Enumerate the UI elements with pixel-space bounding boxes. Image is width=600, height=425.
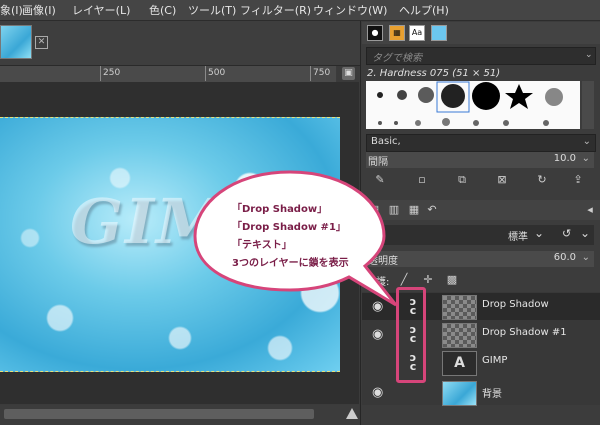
image-tab-thumbnail[interactable] [0, 25, 32, 59]
eye-icon[interactable]: ◉ [372, 327, 390, 342]
menu-item-filters[interactable]: フィルター(R) [240, 2, 311, 18]
text-layer-icon: A [442, 351, 477, 376]
layer-mode-row: ド 標準 ⌄ ↺ ⌄ [366, 225, 594, 245]
lock-row: 保護: ╱ ✛ ▩ [366, 272, 594, 288]
layer-thumbnail [442, 295, 477, 320]
ruler-tick-label: 500 [208, 68, 226, 78]
menu-item-image[interactable]: 象(I) [0, 2, 23, 18]
callout-line: 3つのレイヤーに鎖を表示 [232, 258, 349, 269]
lock-pixels-icon[interactable]: ╱ [396, 272, 412, 288]
brush-grid-scrollbar[interactable] [582, 81, 594, 129]
layers-tab-icon[interactable]: ▤ [366, 202, 382, 218]
duplicate-brush-icon[interactable]: ⧉ [454, 172, 470, 188]
close-icon[interactable]: ✕ [35, 36, 48, 49]
callout-line: 「Drop Shadow #1」 [232, 222, 346, 233]
new-brush-icon[interactable]: ▫ [414, 172, 430, 188]
chevron-down-icon[interactable]: ⌄ [582, 252, 590, 263]
pattern-tab-icon[interactable]: ▦ [389, 25, 405, 41]
menu-item-tools[interactable]: ツール(T) [188, 2, 236, 18]
spacing-value: 10.0 [553, 153, 576, 164]
menubar: 象(I) 画像(I) レイヤー(L) 色(C) ツール(T) フィルター(R) … [0, 0, 600, 21]
gradient-tab-icon[interactable] [431, 25, 447, 41]
tag-search-placeholder: タグで検索 [372, 53, 422, 64]
callout-line: 「Drop Shadow」 [232, 204, 328, 215]
layer-thumbnail [442, 323, 477, 348]
lock-position-icon[interactable]: ✛ [420, 272, 436, 288]
eye-icon[interactable]: ◉ [372, 299, 390, 314]
layer-thumbnail [442, 381, 477, 406]
brush-actions: ✎ ▫ ⧉ ⊠ ↻ ⇪ [366, 172, 594, 190]
eye-icon[interactable]: ◉ [372, 385, 390, 400]
brush-grid[interactable] [366, 81, 580, 129]
paths-tab-icon[interactable]: ▦ [406, 202, 422, 218]
brush-previews [377, 81, 563, 126]
menu-item-color[interactable]: 色(C) [149, 2, 176, 18]
brush-name: 2. Hardness 075 (51 × 51) [367, 68, 501, 79]
layer-row[interactable]: ◉ 背景 [362, 379, 600, 406]
menu-item-help[interactable]: ヘルプ(H) [399, 2, 449, 18]
configure-icon[interactable]: ◂ [582, 202, 598, 218]
callout-line: 「テキスト」 [232, 240, 292, 251]
channels-tab-icon[interactable]: ▥ [386, 202, 402, 218]
layer-name: Drop Shadow [482, 299, 549, 310]
chevron-down-icon[interactable]: ⌄ [534, 226, 544, 240]
layer-name: GIMP [482, 355, 508, 366]
mode-select-value[interactable]: 標準 [508, 228, 528, 243]
chevron-down-icon[interactable]: ⌄ [583, 136, 591, 147]
lock-label: 保護: [366, 277, 390, 288]
open-brush-icon[interactable]: ⇪ [570, 172, 586, 188]
navigate-icon[interactable] [346, 408, 358, 419]
spacing-slider[interactable]: 間隔 10.0 ⌄ [366, 152, 594, 168]
chain-highlight-box [396, 287, 426, 383]
spacing-label: 間隔 [368, 157, 388, 168]
brush-preset-select[interactable]: Basic, ⌄ [366, 134, 596, 152]
delete-brush-icon[interactable]: ⊠ [494, 172, 510, 188]
mode-label: ド [368, 232, 378, 243]
refresh-brush-icon[interactable]: ↻ [534, 172, 550, 188]
chevron-down-icon[interactable]: ⌄ [580, 226, 590, 240]
edit-brush-icon[interactable]: ✎ [372, 172, 388, 188]
font-tab-icon[interactable]: Aa [409, 25, 425, 41]
layers-dock-tabs: ▤ ▥ ▦ ↶ ◂ [362, 200, 600, 220]
reset-mode-icon[interactable]: ↺ [562, 227, 571, 240]
menu-item-layer[interactable]: レイヤー(L) [72, 2, 130, 18]
horizontal-ruler: 250 500 750 [0, 66, 336, 83]
chevron-down-icon[interactable]: ⌄ [585, 50, 593, 60]
lock-icon[interactable]: ▣ [342, 67, 355, 80]
scrollbar-thumb[interactable] [4, 409, 314, 419]
ruler-tick-label: 250 [103, 68, 121, 78]
lock-alpha-icon[interactable]: ▩ [444, 272, 460, 288]
layer-name: Drop Shadow #1 [482, 327, 567, 338]
brush-preset-value: Basic, [371, 136, 401, 147]
opacity-label: 透明度 [368, 256, 398, 267]
ruler-tick-label: 750 [313, 68, 331, 78]
menu-item-windows[interactable]: ウィンドウ(W) [313, 2, 387, 18]
image-tab-bar [0, 21, 360, 66]
brush-tab-icon[interactable]: ● [367, 25, 383, 41]
opacity-slider[interactable]: 透明度 60.0 ⌄ [366, 251, 594, 267]
chevron-down-icon[interactable]: ⌄ [582, 153, 590, 164]
opacity-value: 60.0 [553, 252, 576, 263]
layer-name: 背景 [482, 389, 502, 400]
undo-tab-icon[interactable]: ↶ [424, 202, 440, 218]
menu-item-image-2[interactable]: 画像(I) [22, 2, 56, 18]
